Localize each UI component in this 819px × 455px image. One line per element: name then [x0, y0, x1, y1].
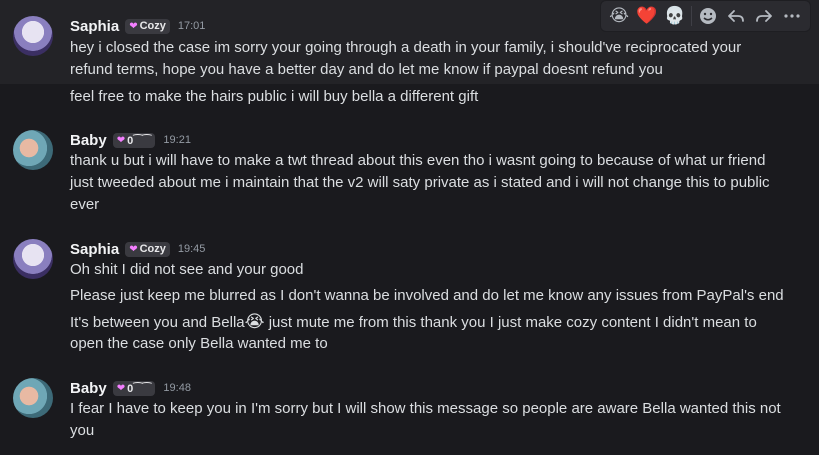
- timestamp[interactable]: 19:45: [178, 243, 206, 255]
- username[interactable]: Baby: [70, 132, 107, 149]
- crying-emoji[interactable]: 😭: [245, 312, 265, 331]
- toolbar-divider: [691, 6, 692, 26]
- message-text: open the case only Bella wanted me to: [70, 335, 328, 352]
- message-text: hey i closed the case im sorry your goin…: [70, 39, 742, 56]
- server-tag-label: 0⁀⁀: [127, 134, 152, 147]
- heart-icon: ❤: [116, 134, 126, 146]
- reaction-heart[interactable]: ❤️: [633, 2, 661, 30]
- message-text: It's between you and Bella😭 just mute me…: [70, 311, 805, 334]
- message-text: ever: [70, 196, 100, 213]
- message-text: Oh shit I did not see and your good: [70, 261, 304, 278]
- message-group[interactable]: Baby ❤ 0⁀⁀ 19:48 I fear I have to keep y…: [0, 374, 819, 444]
- server-tag-label: Cozy: [139, 243, 166, 255]
- message-text: just tweeded about me i maintain that th…: [70, 174, 770, 191]
- avatar[interactable]: [13, 130, 53, 170]
- server-tag-label: 0⁀⁀: [127, 382, 152, 395]
- message-group[interactable]: Saphia ❤ Cozy 17:01 hey i closed the cas…: [0, 0, 819, 84]
- forward-icon[interactable]: [750, 2, 778, 30]
- chat-messages: Saphia ❤ Cozy 17:01 hey i closed the cas…: [0, 0, 819, 455]
- server-tag-label: Cozy: [139, 20, 166, 32]
- message-toolbar: 😭 ❤️ 💀: [600, 0, 811, 32]
- server-tag[interactable]: ❤ Cozy: [125, 18, 170, 34]
- username[interactable]: Saphia: [70, 241, 119, 258]
- message-text: I fear I have to keep you in I'm sorry b…: [70, 400, 781, 417]
- timestamp[interactable]: 19:21: [163, 134, 191, 146]
- heart-icon: ❤: [116, 382, 126, 394]
- avatar[interactable]: [13, 378, 53, 418]
- message-group[interactable]: Saphia ❤ Cozy 19:45 Oh shit I did not se…: [0, 234, 819, 356]
- reaction-skull[interactable]: 💀: [661, 2, 689, 30]
- message-text-part: It's between you and Bella: [70, 314, 245, 331]
- heart-icon: ❤: [129, 243, 138, 255]
- avatar[interactable]: [13, 239, 53, 279]
- message-text: Please just keep me blurred as I don't w…: [70, 287, 784, 304]
- message-text: refund terms, hope you have a better day…: [70, 61, 663, 78]
- heart-icon: ❤: [129, 20, 138, 32]
- message-group[interactable]: Baby ❤ 0⁀⁀ 19:21 thank u but i will have…: [0, 126, 819, 216]
- server-tag[interactable]: ❤ Cozy: [125, 241, 170, 257]
- timestamp[interactable]: 17:01: [178, 20, 206, 32]
- server-tag[interactable]: ❤ 0⁀⁀: [112, 380, 156, 396]
- reaction-cry[interactable]: 😭: [605, 2, 633, 30]
- message-text: you: [70, 422, 95, 439]
- emoji-icon[interactable]: [694, 2, 722, 30]
- username[interactable]: Baby: [70, 380, 107, 397]
- message-text: feel free to make the hairs public i wil…: [70, 88, 479, 105]
- server-tag[interactable]: ❤ 0⁀⁀: [112, 132, 156, 148]
- reply-icon[interactable]: [722, 2, 750, 30]
- timestamp[interactable]: 19:48: [163, 382, 191, 394]
- more-icon[interactable]: [778, 2, 806, 30]
- message-text-part: just mute me from this thank you I just …: [264, 314, 757, 331]
- username[interactable]: Saphia: [70, 18, 119, 35]
- message-text: thank u but i will have to make a twt th…: [70, 152, 766, 169]
- avatar[interactable]: [13, 16, 53, 56]
